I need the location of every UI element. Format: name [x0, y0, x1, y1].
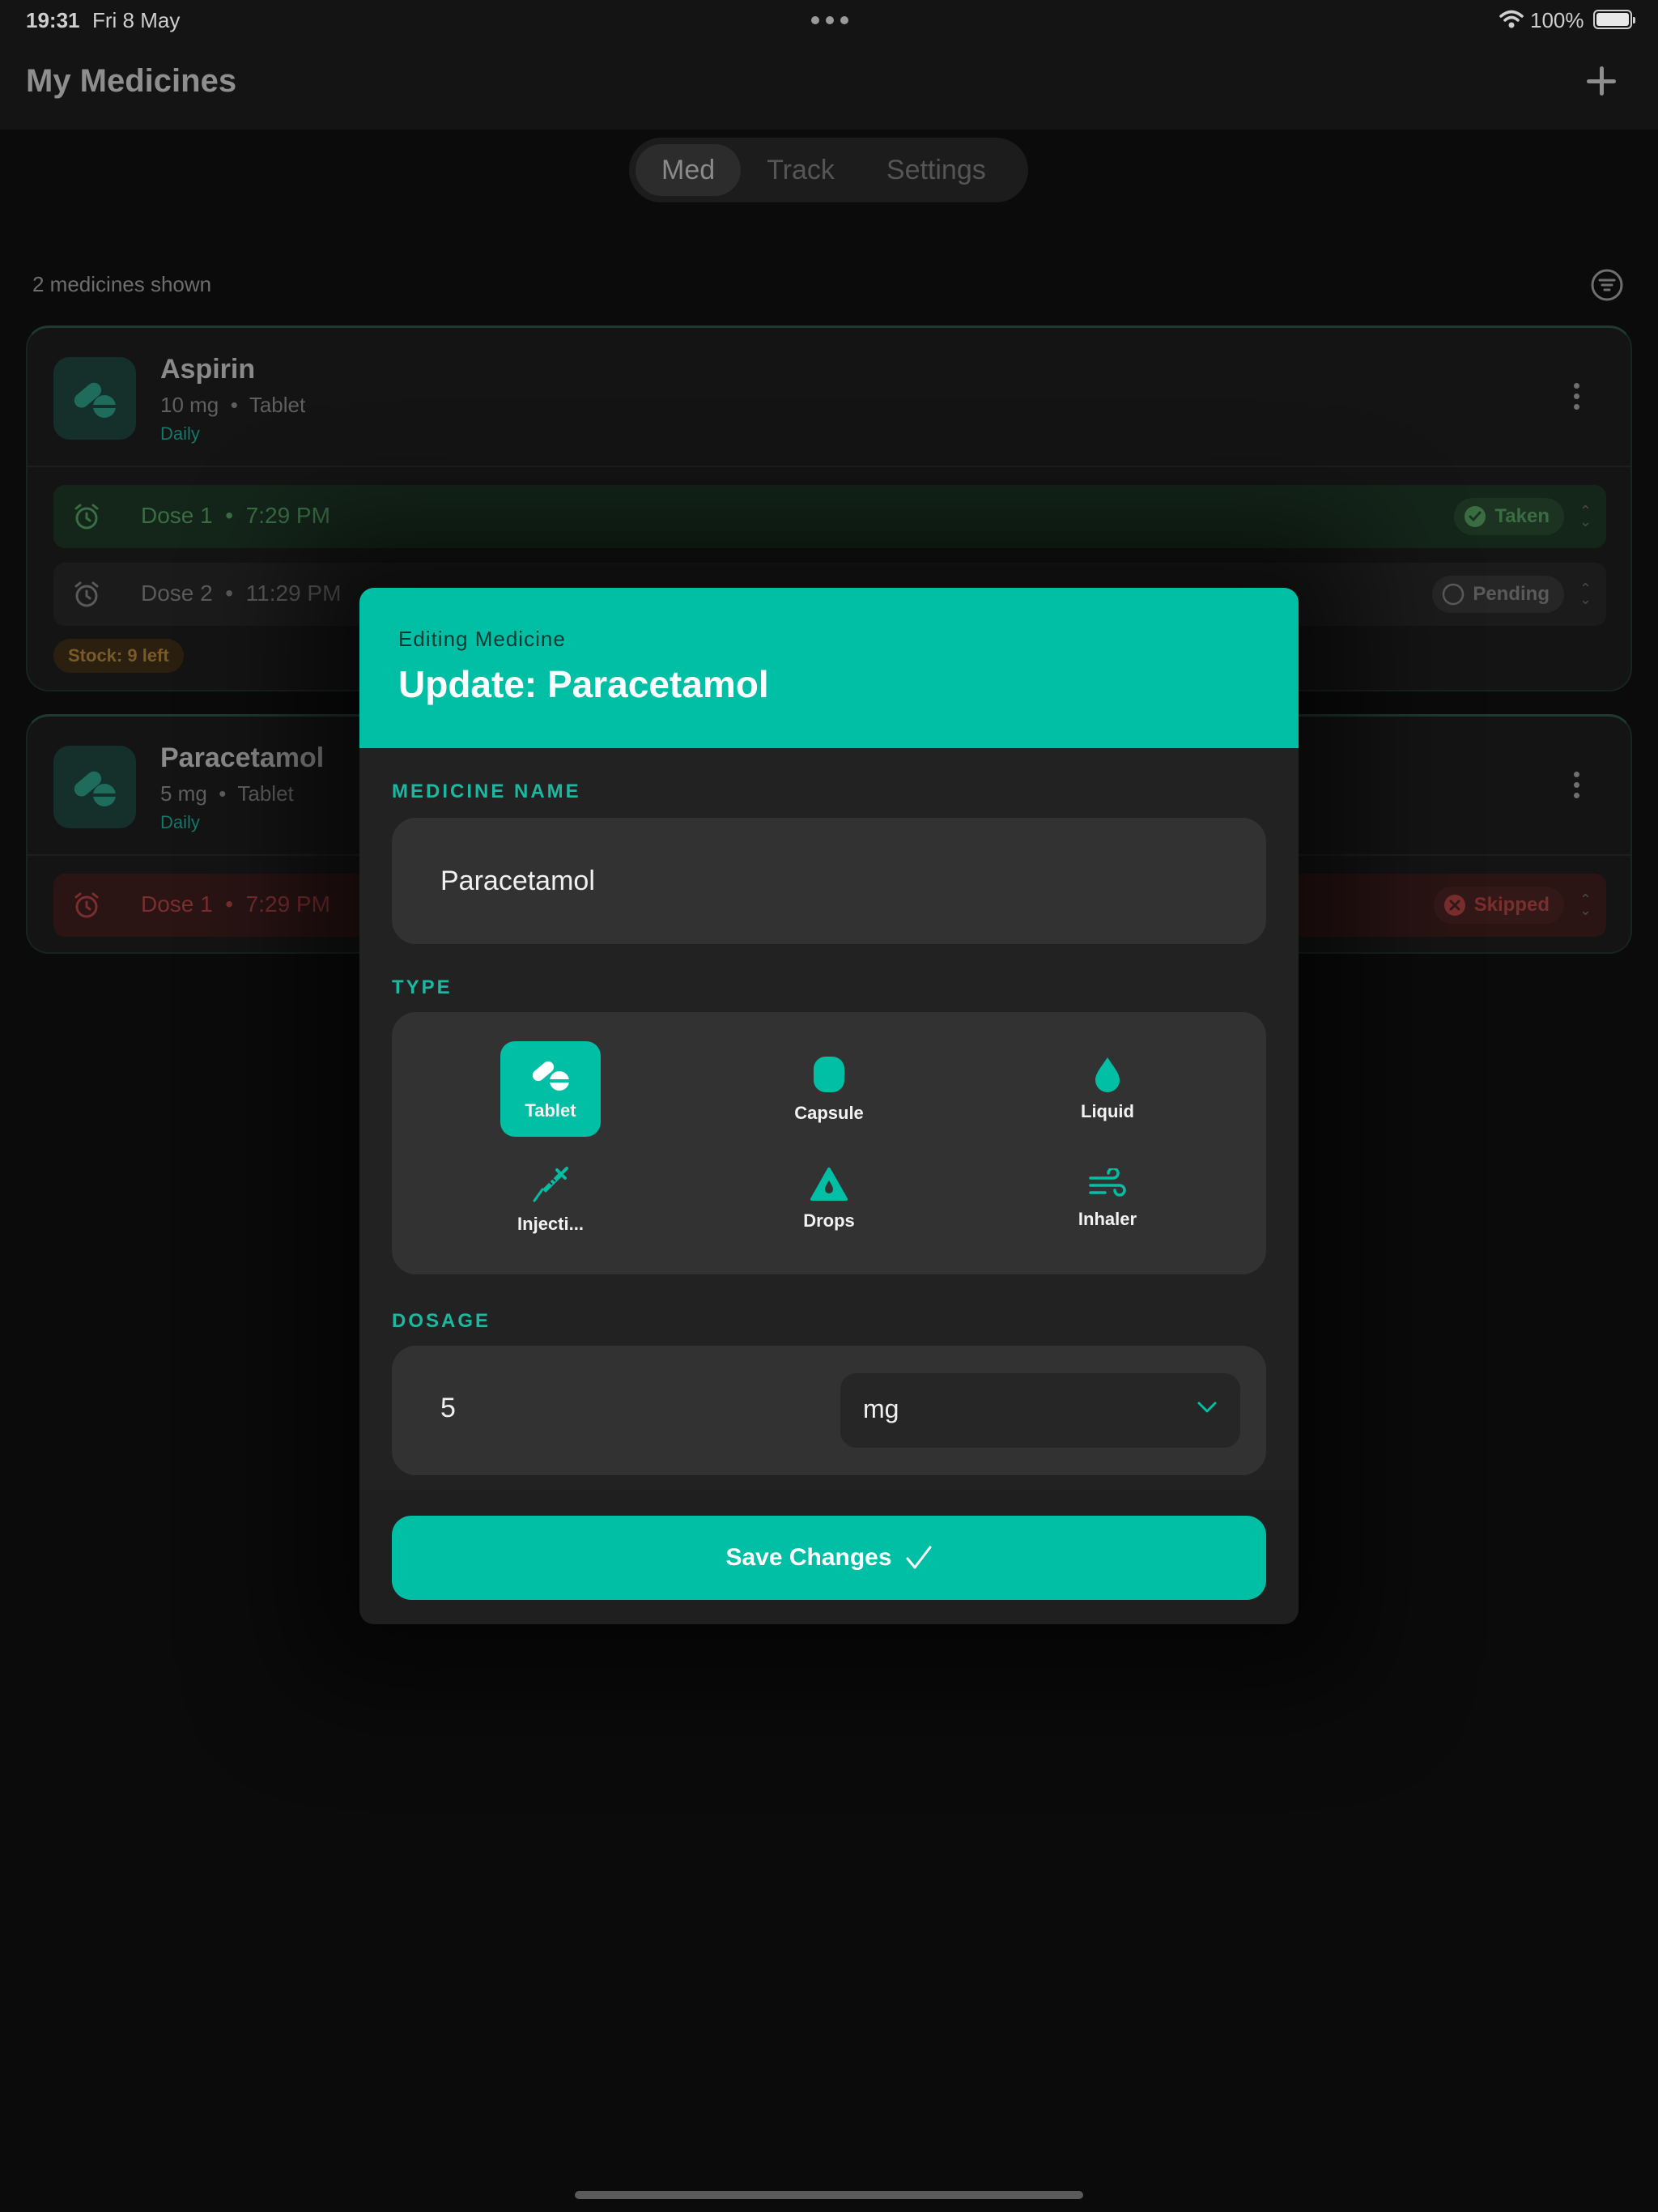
medicine-details: 10 mg • Tablet: [160, 393, 306, 417]
medicine-form: Tablet: [237, 781, 294, 806]
medicine-name-label: MEDICINE NAME: [392, 781, 581, 802]
checkmark-icon: [906, 1546, 932, 1569]
medicine-count: 2 medicines shown: [32, 272, 212, 296]
dosage-label: DOSAGE: [392, 1310, 491, 1332]
pills-icon: [53, 746, 136, 828]
dose-row[interactable]: Dose 1 • 7:29 PM Taken ⌃ ⌄: [53, 485, 1606, 548]
alarm-icon: [74, 581, 99, 607]
status-badge[interactable]: Pending: [1432, 576, 1564, 613]
status-time: 19:31: [26, 8, 80, 32]
type-option-inhaler[interactable]: Inhaler: [1057, 1151, 1158, 1247]
pills-icon: [532, 1061, 570, 1091]
dosage-field: 5 mg: [392, 1346, 1266, 1475]
battery-icon: [1593, 10, 1635, 29]
chevron-up-down-icon[interactable]: ⌃ ⌄: [1579, 504, 1592, 529]
modal-title: Update: Paracetamol: [398, 663, 769, 705]
type-selector: Tablet Capsule Liquid Injecti... Drops I…: [392, 1012, 1266, 1274]
tab-track[interactable]: Track: [741, 144, 861, 196]
modal-header: Editing Medicine Update: Paracetamol: [359, 588, 1299, 748]
wind-icon: [1089, 1168, 1126, 1197]
save-changes-button[interactable]: Save Changes: [392, 1516, 1266, 1600]
dose-label: Dose 1 • 7:29 PM: [141, 503, 330, 528]
x-circle-icon: [1443, 895, 1465, 916]
modal-eyebrow: Editing Medicine: [398, 627, 566, 651]
type-option-injection[interactable]: Injecti...: [500, 1151, 601, 1247]
type-option-tablet[interactable]: Tablet: [500, 1041, 601, 1137]
medicine-name-input[interactable]: Paracetamol: [392, 818, 1266, 944]
type-option-drops[interactable]: Drops: [779, 1151, 879, 1247]
checkmark-circle-icon: [1465, 506, 1486, 527]
add-medicine-button[interactable]: [1582, 62, 1621, 100]
tab-med[interactable]: Med: [636, 144, 742, 196]
modal-footer: Save Changes: [359, 1490, 1299, 1624]
alarm-icon: [74, 504, 99, 530]
status-bar: 19:31 Fri 8 May 100%: [0, 0, 1658, 39]
card-header: Aspirin 10 mg • Tablet Daily: [28, 328, 1630, 467]
type-option-liquid[interactable]: Liquid: [1057, 1041, 1158, 1137]
chevron-up-down-icon[interactable]: ⌃ ⌄: [1579, 581, 1592, 606]
dosage-amount-input[interactable]: 5: [440, 1393, 456, 1424]
medicine-dose: 5 mg: [160, 781, 207, 806]
segmented-tabs: Med Track Settings: [629, 138, 1028, 202]
dosage-unit-value: mg: [863, 1394, 899, 1423]
more-options-icon[interactable]: [1574, 772, 1579, 798]
chevron-down-icon: [1197, 1402, 1217, 1413]
medicine-form: Tablet: [249, 393, 306, 417]
type-option-capsule[interactable]: Capsule: [779, 1041, 879, 1137]
filter-icon[interactable]: [1589, 267, 1625, 303]
tab-settings[interactable]: Settings: [861, 144, 1012, 196]
medicine-name: Aspirin: [160, 354, 256, 385]
nav-bar: My Medicines: [0, 39, 1658, 130]
medicine-details: 5 mg • Tablet: [160, 781, 294, 806]
chevron-up-down-icon[interactable]: ⌃ ⌄: [1579, 892, 1592, 917]
empty-circle-icon: [1443, 583, 1465, 606]
multitasking-dots-icon[interactable]: [811, 16, 848, 24]
medicine-frequency: Daily: [160, 812, 200, 832]
battery-percent: 100%: [1530, 8, 1584, 32]
medicine-frequency: Daily: [160, 423, 200, 444]
pills-icon: [53, 357, 136, 440]
edit-medicine-modal: Editing Medicine Update: Paracetamol MED…: [359, 588, 1299, 1624]
status-badge[interactable]: Skipped: [1433, 887, 1564, 924]
status-badge[interactable]: Taken: [1454, 498, 1564, 535]
dose-label: Dose 2 • 11:29 PM: [141, 581, 342, 606]
type-label: TYPE: [392, 976, 453, 998]
home-indicator[interactable]: [575, 2191, 1083, 2199]
stock-badge: Stock: 9 left: [53, 639, 184, 673]
wifi-icon: [1499, 10, 1524, 28]
syringe-icon: [533, 1167, 568, 1202]
drops-icon: [810, 1168, 848, 1201]
capsule-icon: [814, 1057, 844, 1092]
dosage-unit-select[interactable]: mg: [840, 1373, 1240, 1448]
medicine-dose: 10 mg: [160, 393, 219, 417]
dose-label: Dose 1 • 7:29 PM: [141, 891, 330, 917]
medicine-name: Paracetamol: [160, 742, 325, 773]
alarm-icon: [74, 892, 99, 918]
more-options-icon[interactable]: [1574, 383, 1579, 410]
drop-icon: [1095, 1057, 1120, 1092]
page-title: My Medicines: [26, 63, 237, 99]
status-date: Fri 8 May: [92, 8, 181, 32]
